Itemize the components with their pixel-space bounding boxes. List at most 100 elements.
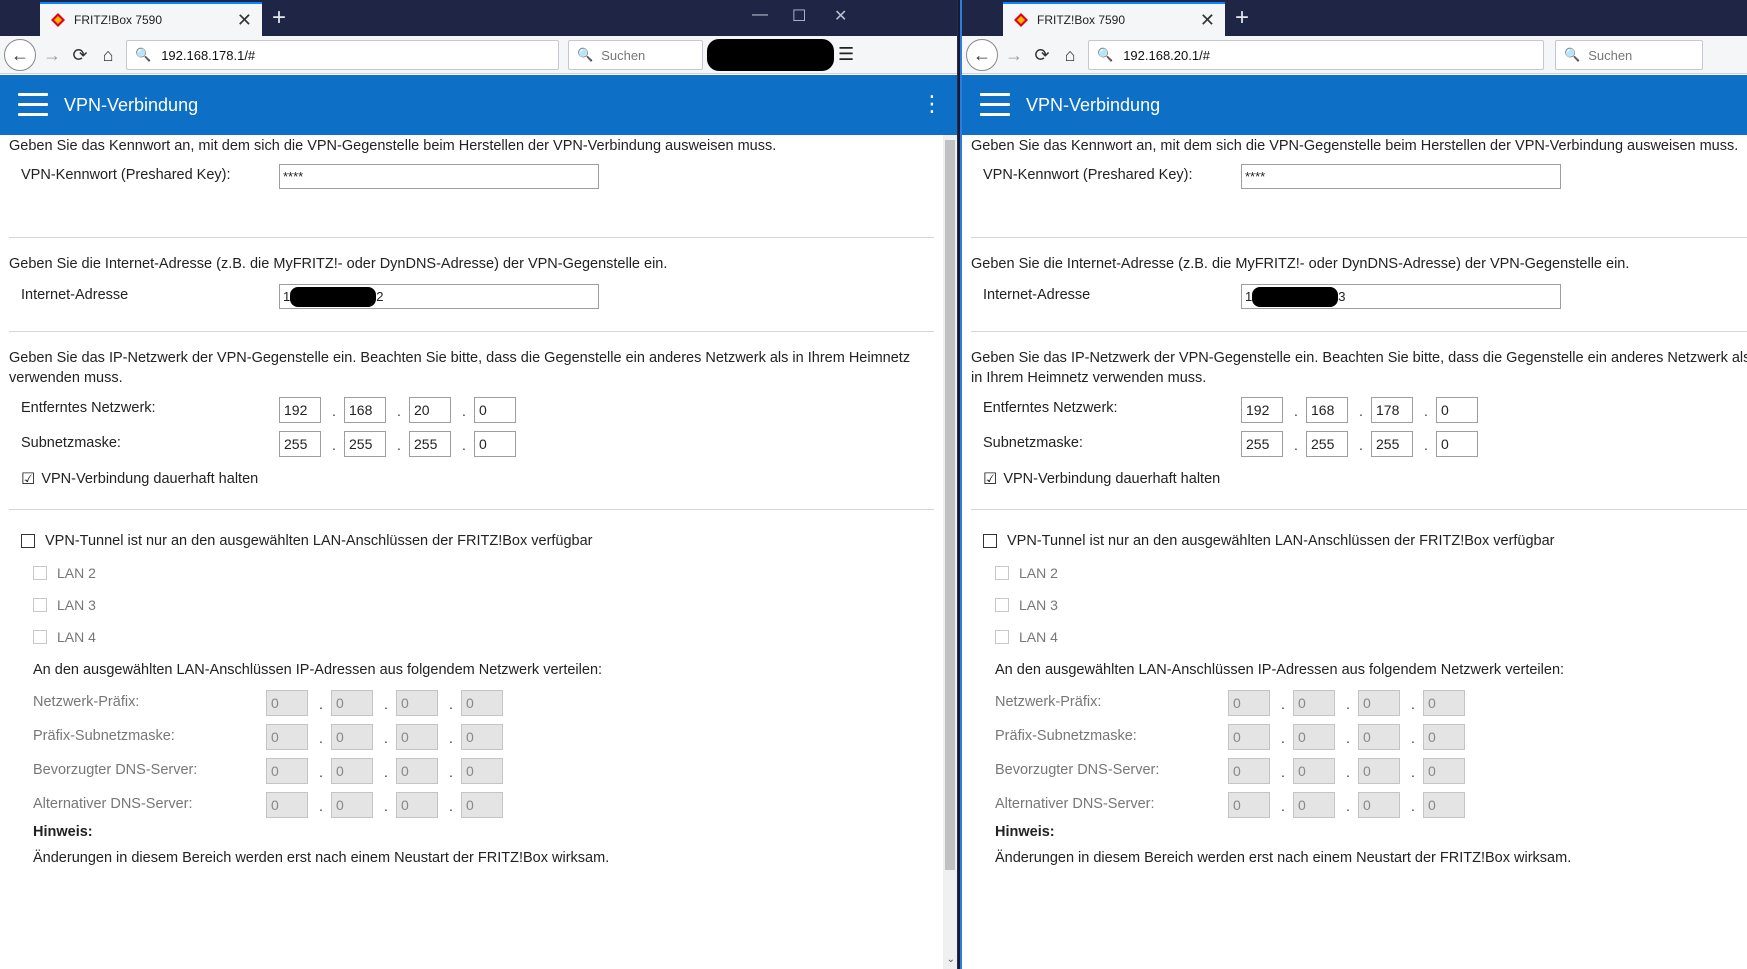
checkbox-icon (21, 534, 35, 548)
tunnel-lan-only-checkbox[interactable]: VPN-Tunnel ist nur an den ausgewählten L… (983, 533, 1555, 549)
octet-input[interactable]: 255 (1371, 431, 1413, 457)
keep-connection-checkbox[interactable]: ☑ VPN-Verbindung dauerhaft halten (983, 469, 1220, 489)
octet-input[interactable]: 0 (331, 724, 373, 750)
octet-input[interactable]: 0 (1358, 792, 1400, 818)
octet-input[interactable]: 255 (1306, 431, 1348, 457)
octet-input[interactable]: 0 (396, 724, 438, 750)
internet-address-input[interactable]: 13 (1241, 284, 1561, 309)
octet-input[interactable]: 0 (266, 690, 308, 716)
lan3-checkbox[interactable]: LAN 3 (995, 597, 1058, 613)
window-close-icon[interactable]: ✕ (834, 6, 847, 26)
octet-input[interactable]: 192 (1241, 397, 1283, 423)
search-icon: 🔍 (1097, 47, 1114, 62)
internet-address-input[interactable]: 12 (279, 284, 599, 309)
octet-input[interactable]: 255 (279, 431, 321, 457)
hamburger-menu-icon[interactable] (980, 93, 1010, 117)
url-bar[interactable]: 🔍 192.168.178.1/# (126, 40, 559, 70)
octet-input[interactable]: 0 (1423, 758, 1465, 784)
psk-input[interactable]: **** (1241, 164, 1561, 189)
hamburger-menu-icon[interactable] (18, 93, 48, 117)
search-bar[interactable]: 🔍 Suchen (568, 40, 703, 70)
reload-icon[interactable]: ⟳ (66, 41, 94, 69)
octet-input[interactable]: 0 (331, 792, 373, 818)
lan4-checkbox[interactable]: LAN 4 (33, 629, 96, 645)
octet-input[interactable]: 0 (1293, 792, 1335, 818)
octet-input[interactable]: 0 (1436, 431, 1478, 457)
octet-input[interactable]: 0 (396, 792, 438, 818)
octet-input[interactable]: 0 (1436, 397, 1478, 423)
octet-input[interactable]: 0 (1358, 758, 1400, 784)
octet-input[interactable]: 0 (1228, 724, 1270, 750)
octet-input[interactable]: 168 (1306, 397, 1348, 423)
octet-input[interactable]: 0 (461, 758, 503, 784)
octet-input[interactable]: 0 (1228, 690, 1270, 716)
internet-address-label: Internet-Adresse (983, 287, 1091, 303)
octet-input[interactable]: 0 (266, 792, 308, 818)
psk-input[interactable]: **** (279, 164, 599, 189)
lan3-checkbox[interactable]: LAN 3 (33, 597, 96, 613)
octet-input[interactable]: 0 (266, 724, 308, 750)
keep-connection-checkbox[interactable]: ☑ VPN-Verbindung dauerhaft halten (21, 469, 258, 489)
back-icon[interactable]: ← (966, 39, 998, 71)
scrollbar[interactable]: ⌄ (943, 135, 957, 969)
minimize-icon[interactable]: — (752, 6, 768, 24)
url-bar[interactable]: 🔍 192.168.20.1/# (1088, 40, 1544, 70)
octet-input[interactable]: 0 (1423, 724, 1465, 750)
octet-input[interactable]: 0 (331, 690, 373, 716)
octet-input[interactable]: 0 (396, 690, 438, 716)
checkbox-icon (33, 630, 47, 644)
back-icon[interactable]: ← (4, 39, 36, 71)
octet-input[interactable]: 192 (279, 397, 321, 423)
octet-input[interactable]: 255 (1241, 431, 1283, 457)
octet-input[interactable]: 0 (1228, 792, 1270, 818)
alternate-dns-label: Alternativer DNS-Server: (33, 796, 193, 812)
octet-input[interactable]: 178 (1371, 397, 1413, 423)
octet-input[interactable]: 0 (1293, 724, 1335, 750)
new-tab-icon[interactable]: + (272, 4, 286, 32)
octet-input[interactable]: 0 (1358, 724, 1400, 750)
octet-input[interactable]: 0 (461, 724, 503, 750)
octet-input[interactable]: 0 (1423, 792, 1465, 818)
tab-close-icon[interactable]: ✕ (1200, 11, 1215, 29)
url-text: 192.168.20.1/# (1123, 47, 1210, 63)
network-description: Geben Sie das IP-Netzwerk der VPN-Gegens… (9, 350, 911, 386)
home-icon[interactable]: ⌂ (94, 41, 122, 69)
octet-input[interactable]: 0 (461, 690, 503, 716)
search-bar[interactable]: 🔍 Suchen (1555, 40, 1703, 70)
browser-tab[interactable]: FRITZ!Box 7590 ✕ (40, 2, 262, 36)
alternate-dns-label: Alternativer DNS-Server: (995, 796, 1155, 812)
new-tab-icon[interactable]: + (1235, 4, 1249, 32)
scroll-down-icon[interactable]: ⌄ (947, 954, 955, 965)
octet-input[interactable]: 255 (409, 431, 451, 457)
octet-input[interactable]: 0 (461, 792, 503, 818)
lan2-checkbox[interactable]: LAN 2 (33, 565, 96, 581)
menu-icon[interactable]: ☰ (838, 44, 854, 65)
reload-icon[interactable]: ⟳ (1028, 41, 1056, 69)
tab-close-icon[interactable]: ✕ (237, 11, 252, 29)
octet-input[interactable]: 0 (1228, 758, 1270, 784)
lan4-checkbox[interactable]: LAN 4 (995, 629, 1058, 645)
home-icon[interactable]: ⌂ (1056, 41, 1084, 69)
scrollbar-thumb[interactable] (945, 140, 955, 870)
octet-input[interactable]: 20 (409, 397, 451, 423)
search-placeholder: Suchen (1588, 47, 1633, 63)
octet-input[interactable]: 0 (474, 397, 516, 423)
octet-input[interactable]: 0 (1293, 758, 1335, 784)
browser-tab[interactable]: FRITZ!Box 7590 ✕ (1003, 2, 1225, 36)
checkbox-icon (995, 598, 1009, 612)
tunnel-lan-only-checkbox[interactable]: VPN-Tunnel ist nur an den ausgewählten L… (21, 533, 593, 549)
octet-input[interactable]: 0 (1293, 690, 1335, 716)
octet-input[interactable]: 168 (344, 397, 386, 423)
octet-input[interactable]: 0 (1423, 690, 1465, 716)
octet-input[interactable]: 255 (344, 431, 386, 457)
forward-icon[interactable]: → (1000, 41, 1028, 69)
octet-input[interactable]: 0 (1358, 690, 1400, 716)
forward-icon[interactable]: → (38, 41, 66, 69)
lan2-checkbox[interactable]: LAN 2 (995, 565, 1058, 581)
octet-input[interactable]: 0 (266, 758, 308, 784)
kebab-menu-icon[interactable]: ⋮ (921, 93, 943, 115)
maximize-icon[interactable]: ☐ (792, 6, 806, 26)
octet-input[interactable]: 0 (474, 431, 516, 457)
octet-input[interactable]: 0 (331, 758, 373, 784)
octet-input[interactable]: 0 (396, 758, 438, 784)
